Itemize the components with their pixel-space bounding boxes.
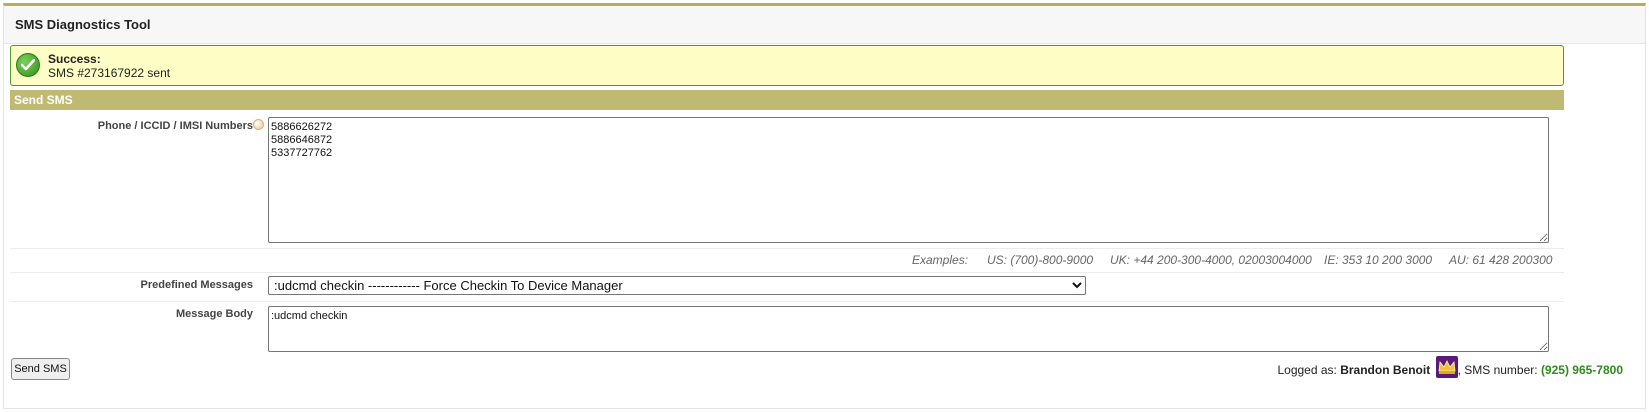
sms-number: (925) 965-7800: [1540, 363, 1623, 377]
example-au: AU: 61 428 200300: [1449, 253, 1553, 267]
panel-header: SMS Diagnostics Tool: [4, 6, 1645, 44]
crown-avatar-icon: [1435, 356, 1458, 378]
example-uk: UK: +44 200-300-4000, 02003004000: [1110, 253, 1312, 267]
session-info: Logged as: Brandon Benoit , SMS number: …: [1277, 356, 1623, 378]
message-body-label: Message Body: [175, 308, 253, 320]
check-circle-icon: [16, 53, 40, 77]
help-icon[interactable]: [253, 119, 264, 130]
alert-title: Success:: [48, 52, 101, 66]
examples-label: Examples:: [912, 253, 969, 267]
sms-number-label: , SMS number:: [1457, 363, 1538, 377]
section-header: Send SMS: [10, 90, 1564, 110]
success-alert: Success: SMS #273167922 sent: [10, 45, 1564, 86]
predefined-messages-select[interactable]: :udcmd checkin ------------ Force Checki…: [268, 276, 1086, 295]
row-divider: [10, 272, 1564, 273]
numbers-label: Phone / ICCID / IMSI Numbers: [97, 120, 253, 132]
send-sms-button[interactable]: Send SMS: [11, 358, 70, 380]
predefined-label: Predefined Messages: [140, 279, 254, 291]
user-name: Brandon Benoit: [1340, 363, 1431, 377]
page-title: SMS Diagnostics Tool: [15, 17, 151, 32]
numbers-textarea[interactable]: 5886626272 5886646872 5337727762: [268, 117, 1549, 243]
row-divider: [10, 248, 1564, 249]
example-us: US: (700)-800-9000: [987, 253, 1094, 267]
alert-message: SMS #273167922 sent: [48, 66, 171, 80]
row-divider: [10, 301, 1564, 302]
logged-as-label: Logged as:: [1277, 363, 1337, 377]
message-body-textarea[interactable]: :udcmd checkin: [268, 306, 1549, 352]
example-ie: IE: 353 10 200 3000: [1324, 253, 1433, 267]
